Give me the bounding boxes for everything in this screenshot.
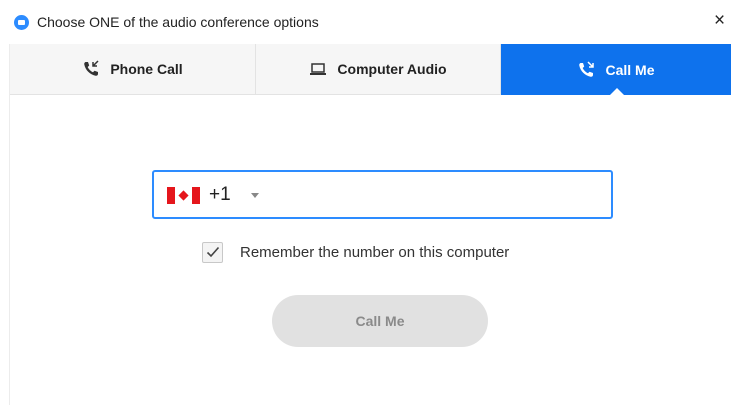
phone-icon — [82, 60, 100, 78]
call-me-button[interactable]: Call Me — [272, 295, 488, 347]
remember-number-row: Remember the number on this computer — [202, 240, 509, 264]
phone-number-field[interactable] — [266, 180, 606, 210]
tab-computer-audio-label: Computer Audio — [337, 61, 447, 77]
country-code: +1 — [209, 184, 231, 205]
canada-flag-icon[interactable] — [167, 187, 200, 204]
call-me-panel: +1 Remember the number on this computer … — [10, 95, 731, 405]
remember-number-label: Remember the number on this computer — [240, 243, 510, 261]
tab-call-me-label: Call Me — [605, 61, 655, 78]
tab-call-me[interactable]: Call Me — [501, 44, 731, 96]
laptop-icon — [309, 60, 327, 78]
phone-number-input-group[interactable]: +1 — [152, 170, 613, 219]
tab-phone-call[interactable]: Phone Call — [10, 44, 256, 95]
phone-callback-icon — [577, 60, 595, 79]
tab-phone-call-label: Phone Call — [110, 61, 183, 77]
country-dropdown-caret-icon[interactable] — [251, 193, 259, 198]
tab-computer-audio[interactable]: Computer Audio — [256, 44, 501, 95]
remember-number-checkbox[interactable] — [202, 241, 223, 263]
zoom-logo-icon — [14, 15, 29, 30]
window-title: Choose ONE of the audio conference optio… — [37, 14, 319, 30]
audio-options-tabs: Phone Call Computer Audio Call Me — [10, 44, 731, 96]
close-button[interactable]: × — [714, 9, 731, 33]
checkmark-icon — [206, 246, 219, 258]
window-left-edge — [0, 44, 10, 405]
title-bar: Choose ONE of the audio conference optio… — [0, 0, 731, 44]
